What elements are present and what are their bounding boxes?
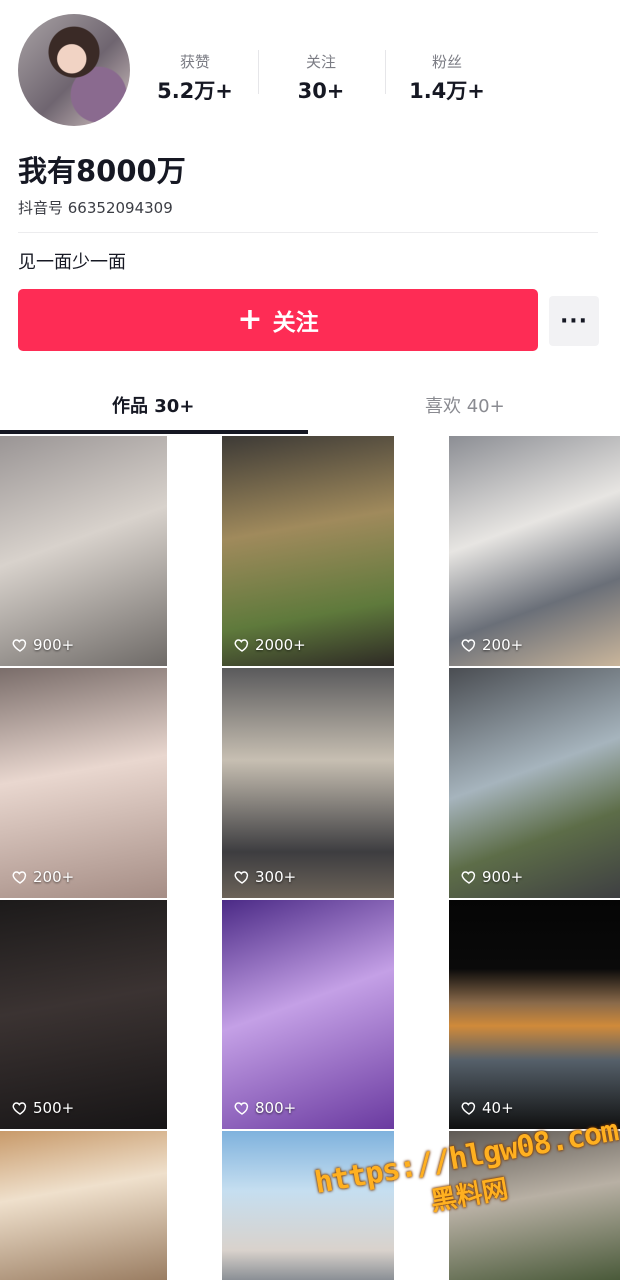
stat-value: 1.4万+ (409, 79, 485, 103)
video-thumbnail[interactable] (0, 1131, 167, 1280)
like-count-text: 900+ (482, 868, 524, 886)
divider (18, 232, 598, 233)
heart-icon (12, 871, 27, 884)
heart-icon (461, 1102, 476, 1115)
heart-icon (234, 1102, 249, 1115)
like-count: 2000+ (234, 636, 306, 654)
plus-icon: + (237, 302, 263, 337)
video-thumbnail[interactable]: 2000+ (222, 436, 394, 666)
video-thumbnail[interactable]: 900+ (0, 436, 167, 666)
like-count: 800+ (234, 1099, 296, 1117)
like-count: 900+ (461, 868, 523, 886)
profile-stats: 获赞 5.2万+ 关注 30+ 粉丝 1.4万+ (140, 50, 620, 110)
stat-followers[interactable]: 粉丝 1.4万+ (392, 50, 502, 108)
stat-label: 粉丝 (431, 53, 462, 71)
heart-icon (12, 639, 27, 652)
stat-label: 获赞 (179, 53, 210, 71)
avatar[interactable] (18, 14, 130, 126)
like-count-text: 2000+ (255, 636, 306, 654)
bio: 见一面少一面 (18, 252, 126, 273)
heart-icon (234, 639, 249, 652)
heart-icon (12, 1102, 27, 1115)
more-icon: ··· (559, 308, 589, 334)
like-count-text: 200+ (33, 868, 75, 886)
like-count-text: 200+ (482, 636, 524, 654)
like-count: 300+ (234, 868, 296, 886)
stat-following[interactable]: 关注 30+ (266, 50, 376, 108)
video-thumbnail[interactable]: 40+ (449, 900, 620, 1129)
more-button[interactable]: ··· (549, 296, 599, 346)
stat-label: 关注 (305, 53, 336, 71)
like-count: 200+ (12, 868, 74, 886)
like-count-text: 800+ (255, 1099, 297, 1117)
profile-name: 我有8000万 (18, 154, 186, 188)
douyin-id: 抖音号 66352094309 (18, 199, 173, 217)
stat-divider (258, 50, 259, 94)
video-thumbnail[interactable]: 200+ (0, 668, 167, 898)
like-count-text: 40+ (482, 1099, 514, 1117)
follow-button[interactable]: + 关注 (18, 289, 538, 351)
like-count-text: 500+ (33, 1099, 75, 1117)
heart-icon (461, 639, 476, 652)
follow-label: 关注 (272, 310, 319, 336)
tab-active-indicator (0, 430, 308, 434)
stat-value: 5.2万+ (157, 79, 233, 103)
stat-likes[interactable]: 获赞 5.2万+ (140, 50, 250, 108)
video-thumbnail[interactable]: 900+ (449, 668, 620, 898)
tab-likes[interactable]: 喜欢 40+ (425, 392, 505, 418)
like-count: 200+ (461, 636, 523, 654)
heart-icon (461, 871, 476, 884)
video-thumbnail[interactable]: 200+ (449, 436, 620, 666)
like-count: 500+ (12, 1099, 74, 1117)
like-count: 900+ (12, 636, 74, 654)
stat-value: 30+ (297, 79, 345, 103)
video-thumbnail[interactable]: 500+ (0, 900, 167, 1129)
like-count-text: 300+ (255, 868, 297, 886)
stat-divider (385, 50, 386, 94)
video-thumbnail[interactable]: 800+ (222, 900, 394, 1129)
video-thumbnail[interactable]: 300+ (222, 668, 394, 898)
like-count-text: 900+ (33, 636, 75, 654)
heart-icon (234, 871, 249, 884)
like-count: 40+ (461, 1099, 514, 1117)
tab-works[interactable]: 作品 30+ (112, 392, 194, 418)
